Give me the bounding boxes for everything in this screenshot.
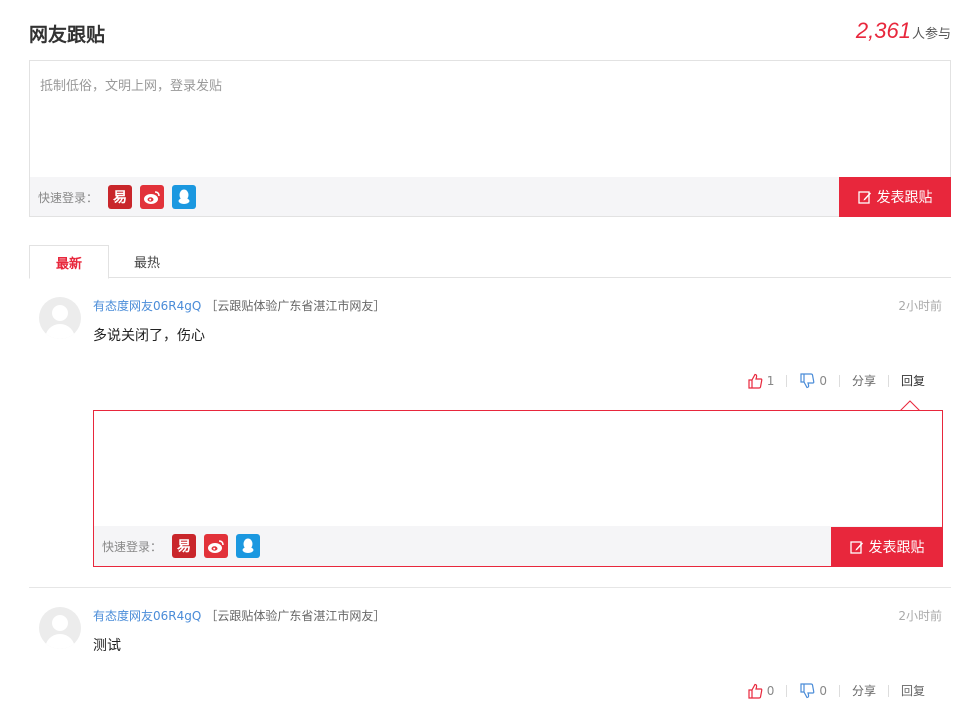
- quick-login-label: 快速登录：: [102, 540, 163, 554]
- qq-icon[interactable]: [172, 185, 196, 209]
- reply-button[interactable]: 回复: [901, 682, 925, 699]
- like-count: 1: [766, 373, 775, 388]
- comment-username[interactable]: 有态度网友06R4gQ: [93, 609, 201, 623]
- comment-input[interactable]: [30, 61, 950, 177]
- submit-reply-button[interactable]: 发表跟贴: [831, 527, 943, 567]
- weibo-icon[interactable]: [204, 534, 228, 558]
- participant-number: 2,361: [855, 18, 911, 43]
- participant-count: 2,361人参与: [856, 18, 951, 44]
- avatar[interactable]: [39, 297, 81, 339]
- participant-suffix: 人参与: [911, 27, 951, 42]
- like-button[interactable]: 0: [747, 683, 775, 699]
- comment-location: ［云跟贴体验广东省湛江市网友］: [205, 609, 386, 623]
- qq-icon[interactable]: [236, 534, 260, 558]
- dislike-button[interactable]: 0: [799, 682, 827, 699]
- dislike-button[interactable]: 0: [799, 372, 827, 389]
- quick-login-label: 快速登录：: [38, 191, 99, 205]
- dislike-count: 0: [819, 683, 827, 698]
- composer-toolbar: 快速登录： 易 发表跟贴: [30, 177, 951, 217]
- comment-location: ［云跟贴体验广东省湛江市网友］: [205, 299, 386, 313]
- reply-input[interactable]: [94, 411, 942, 527]
- reply-composer: 快速登录： 易 发表跟贴: [93, 410, 943, 567]
- thumbs-up-icon: [748, 373, 763, 389]
- comment-meta: 有态度网友06R4gQ ［云跟贴体验广东省湛江市网友］: [93, 607, 385, 624]
- reply-toolbar: 快速登录： 易 发表跟贴: [94, 526, 943, 567]
- section-title: 网友跟贴: [29, 24, 106, 46]
- comment-username[interactable]: 有态度网友06R4gQ: [93, 299, 201, 313]
- comment-actions: 1 0 分享 回复: [747, 372, 925, 389]
- submit-label: 发表跟贴: [868, 540, 925, 556]
- comment-text: 测试: [93, 638, 121, 654]
- comment-actions: 0 0 分享 回复: [747, 682, 925, 699]
- thumbs-up-icon: [748, 683, 763, 699]
- sort-tabs: 最新 最热: [29, 245, 951, 279]
- thumbs-down-icon: [800, 372, 815, 388]
- dislike-count: 0: [819, 373, 827, 388]
- comment-divider: [29, 587, 951, 588]
- comment-item: 有态度网友06R4gQ ［云跟贴体验广东省湛江市网友］ 2小时前 多说关闭了，伤心…: [29, 289, 951, 399]
- submit-comment-button[interactable]: 发表跟贴: [839, 177, 951, 217]
- share-button[interactable]: 分享: [852, 372, 876, 389]
- weibo-icon[interactable]: [140, 185, 164, 209]
- like-button[interactable]: 1: [747, 373, 775, 389]
- comment-meta: 有态度网友06R4gQ ［云跟贴体验广东省湛江市网友］: [93, 297, 385, 314]
- thumbs-down-icon: [800, 682, 815, 698]
- comment-text: 多说关闭了，伤心: [93, 328, 205, 344]
- comments-header: 网友跟贴 2,361人参与: [29, 18, 951, 48]
- netease-icon[interactable]: 易: [108, 185, 132, 209]
- comment-item: 有态度网友06R4gQ ［云跟贴体验广东省湛江市网友］ 2小时前 测试 0 0 分…: [29, 599, 951, 709]
- comment-time: 2小时前: [898, 299, 942, 313]
- comment-composer: 快速登录： 易 发表跟贴: [29, 60, 951, 217]
- like-count: 0: [766, 683, 775, 698]
- netease-icon[interactable]: 易: [172, 534, 196, 558]
- submit-label: 发表跟贴: [876, 190, 933, 206]
- tab-latest[interactable]: 最新: [29, 245, 109, 279]
- reply-button[interactable]: 回复: [901, 372, 925, 389]
- tab-hottest[interactable]: 最热: [109, 245, 185, 278]
- edit-icon: [857, 191, 871, 204]
- share-button[interactable]: 分享: [852, 682, 876, 699]
- comment-time: 2小时前: [898, 609, 942, 623]
- edit-icon: [849, 541, 863, 554]
- avatar[interactable]: [39, 607, 81, 649]
